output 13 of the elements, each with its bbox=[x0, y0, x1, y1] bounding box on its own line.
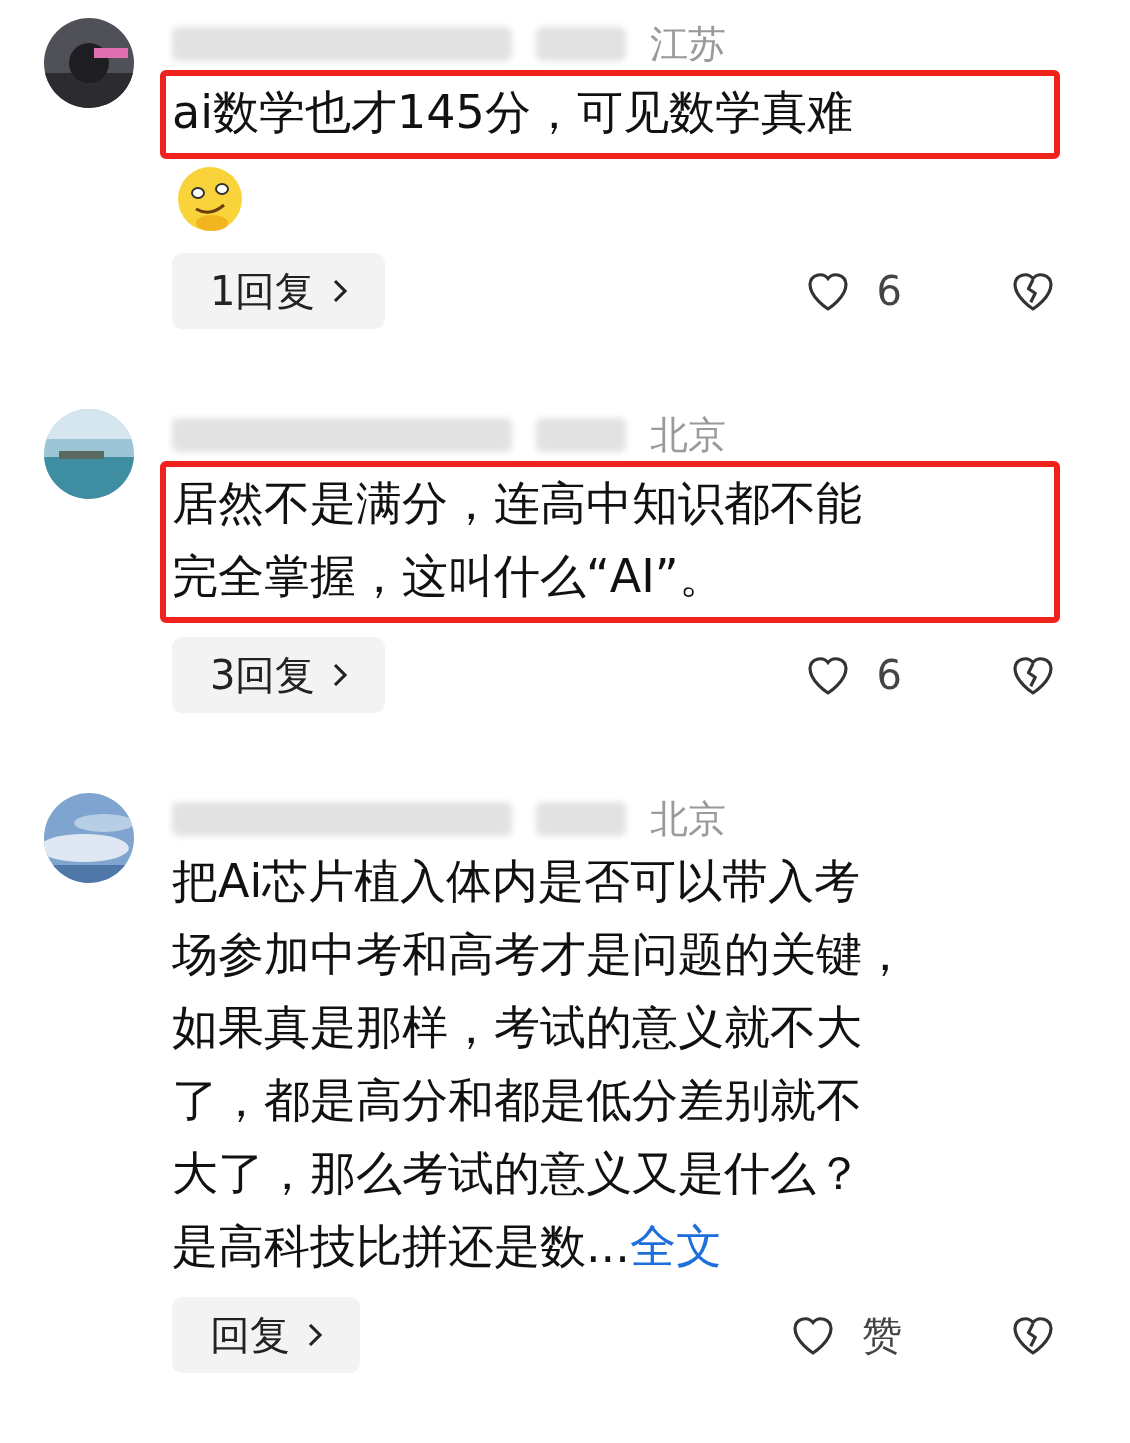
comment-location: 北京 bbox=[650, 411, 726, 459]
replies-button[interactable]: 回复 bbox=[172, 1297, 360, 1373]
comment-location: 江苏 bbox=[650, 20, 726, 68]
like-count: 6 bbox=[876, 652, 902, 698]
like-count: 6 bbox=[876, 268, 902, 314]
comment-text: 把Ai芯片植入体内是否可以带入考 场参加中考和高考才是问题的关键， 如果真是那样，考试的意义就不大 了，都是高分和都是低分差别就不 大了，那么考试的意义又是什么？ 是高科技比拼还是数...全文 bbox=[172, 853, 909, 1275]
comment-location: 北京 bbox=[650, 795, 726, 843]
full-text-link[interactable]: 全文 bbox=[629, 1219, 722, 1273]
comment-text: ai数学也才145分，可见数学真难 bbox=[160, 70, 1060, 159]
replies-button[interactable]: 1回复 bbox=[172, 253, 386, 329]
comment-text: 居然不是满分，连高中知识都不能 完全掌握，这叫什么“AI”。 bbox=[160, 461, 1060, 623]
replies-button[interactable]: 3回复 bbox=[172, 637, 386, 713]
like-count: 赞 bbox=[862, 1310, 902, 1360]
